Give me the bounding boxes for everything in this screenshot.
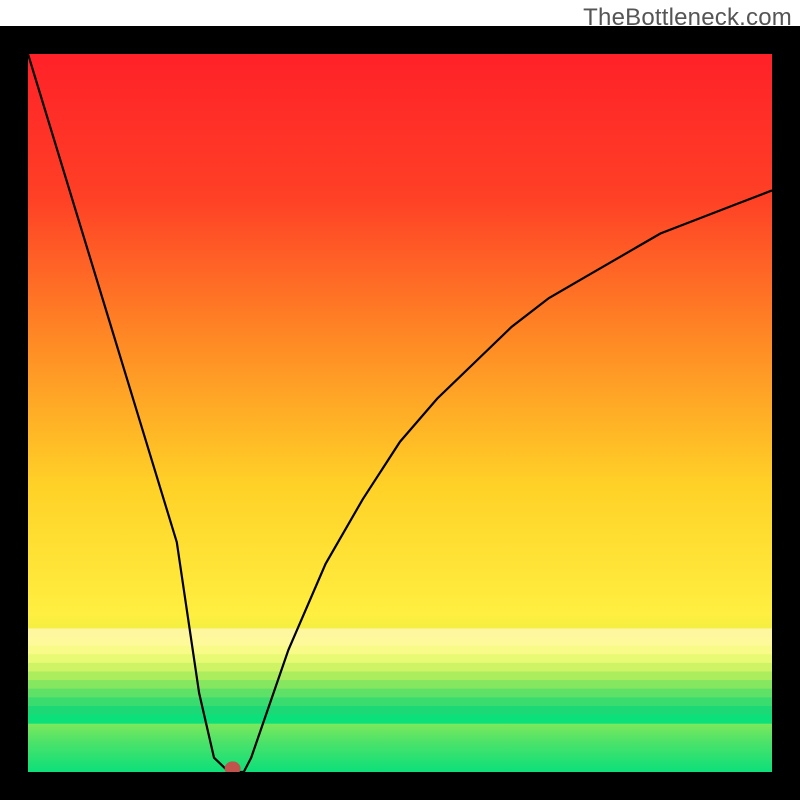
plot-area bbox=[28, 54, 772, 775]
bottleneck-chart bbox=[0, 26, 800, 800]
gradient-lower-bars bbox=[28, 628, 772, 723]
chart-frame: TheBottleneck.com bbox=[0, 0, 800, 800]
watermark-text: TheBottleneck.com bbox=[583, 4, 792, 32]
